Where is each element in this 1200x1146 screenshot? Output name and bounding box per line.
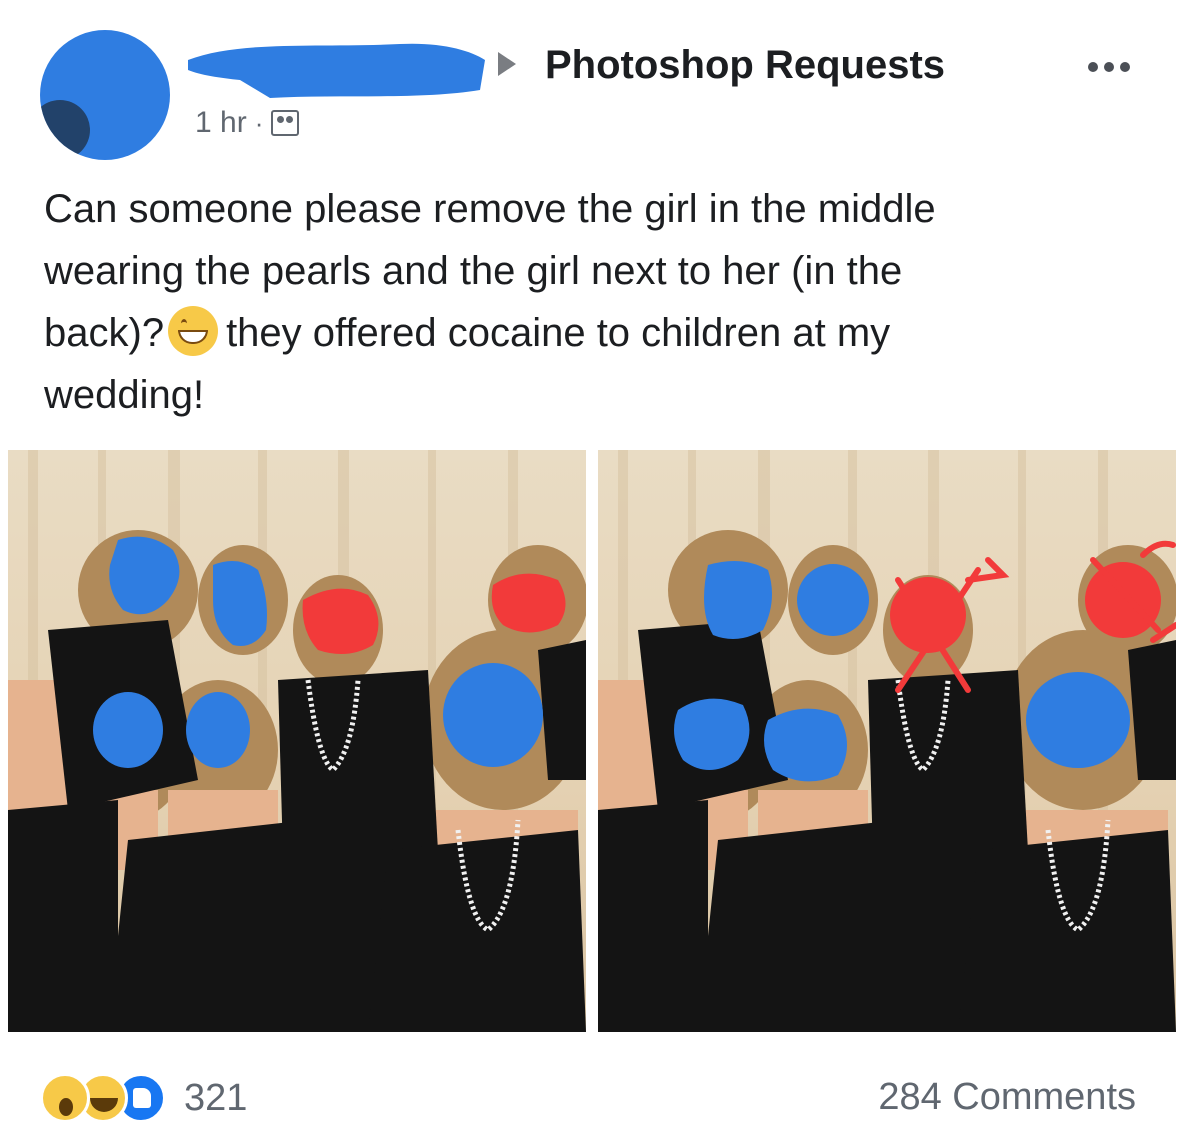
wow-icon bbox=[40, 1073, 90, 1123]
post-time[interactable]: 1 hr bbox=[195, 106, 247, 140]
post-text: Can someone please remove the girl in th… bbox=[44, 178, 1054, 426]
reaction-summary[interactable]: 321 bbox=[40, 1068, 247, 1128]
meta-separator: · bbox=[254, 107, 264, 138]
shared-to-arrow-icon bbox=[498, 52, 516, 76]
redacted-author-name[interactable] bbox=[180, 30, 490, 102]
reaction-count[interactable]: 321 bbox=[184, 1077, 247, 1120]
post-text-line: they offered cocaine to children at my bbox=[226, 311, 891, 355]
post-text-line: back)? bbox=[44, 311, 165, 355]
post-text-line: wearing the pearls and the girl next to … bbox=[44, 249, 903, 293]
more-options-icon[interactable] bbox=[1088, 62, 1130, 72]
post-photo-original[interactable] bbox=[8, 450, 586, 1032]
post-text-line: wedding! bbox=[44, 373, 205, 417]
post-meta: 1 hr · bbox=[195, 106, 300, 140]
redacted-avatar[interactable] bbox=[40, 30, 170, 160]
post-text-line: Can someone please remove the girl in th… bbox=[44, 187, 936, 231]
post-photo-marked[interactable] bbox=[598, 450, 1176, 1032]
comments-count-link[interactable]: 284 Comments bbox=[878, 1076, 1136, 1119]
group-icon bbox=[271, 110, 300, 136]
grinning-face-icon bbox=[168, 306, 219, 356]
group-name-link[interactable]: Photoshop Requests bbox=[545, 43, 945, 88]
